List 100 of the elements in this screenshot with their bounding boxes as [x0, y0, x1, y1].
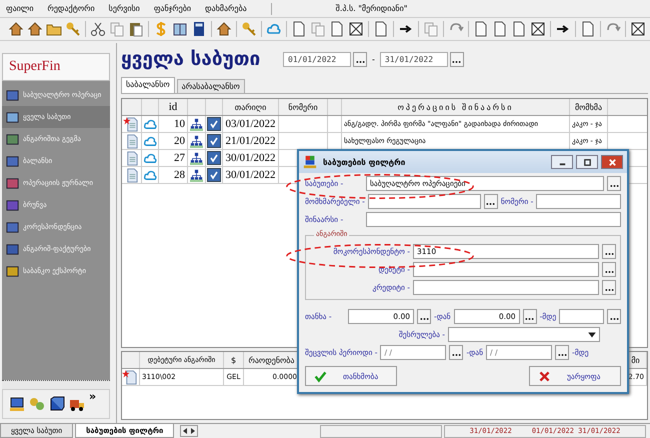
close-icon — [608, 158, 616, 166]
browse-button[interactable] — [602, 262, 616, 277]
app-icon — [303, 155, 317, 169]
ellipsis-icon — [558, 353, 567, 357]
hierarchy-icon — [189, 118, 204, 130]
tile-icon — [5, 176, 20, 190]
column-header[interactable]: თარიღი — [223, 99, 279, 115]
tile-icon — [5, 242, 20, 256]
input-field[interactable] — [536, 194, 621, 209]
ellipsis-icon — [610, 184, 618, 188]
browse-button[interactable] — [607, 176, 621, 191]
ellipsis-icon — [486, 202, 496, 206]
checkbox[interactable] — [207, 168, 221, 182]
input-field[interactable] — [413, 262, 599, 277]
browse-button[interactable] — [353, 52, 367, 66]
page-icon[interactable] — [580, 21, 596, 37]
column-header[interactable]: ოპერაციის შინაარსი — [342, 99, 570, 115]
browse-button[interactable] — [607, 309, 621, 324]
browse-button[interactable] — [450, 52, 464, 66]
ellipsis-icon — [525, 317, 534, 321]
clipboard-icon[interactable] — [128, 21, 144, 37]
table-cell: 30/01/2022 — [223, 167, 279, 183]
page-icon[interactable] — [291, 21, 307, 37]
table-cell: 20 — [159, 133, 188, 149]
key-icon[interactable] — [241, 21, 257, 37]
table-cell: 28 — [159, 167, 188, 183]
menu-item[interactable]: დახმარება — [205, 4, 247, 13]
tab-scroll-buttons[interactable] — [180, 425, 198, 437]
table-cell: 03/01/2022 — [223, 116, 279, 132]
key-icon[interactable] — [65, 21, 81, 37]
checkbox[interactable] — [207, 117, 221, 131]
column-header[interactable]: $ — [224, 352, 244, 368]
app-title: SuperFin — [2, 53, 110, 81]
tile-icon — [5, 264, 20, 278]
tab[interactable]: არასაბალანსო — [176, 79, 245, 93]
check-icon — [314, 370, 327, 382]
cross-icon[interactable] — [530, 21, 546, 37]
menu-item[interactable]: სერვისი — [108, 4, 140, 13]
splitter-handle[interactable] — [2, 380, 110, 389]
minimize-button[interactable] — [551, 155, 573, 169]
browse-button[interactable] — [555, 345, 570, 360]
page-icon[interactable] — [492, 21, 508, 37]
scissors-icon[interactable] — [90, 21, 106, 37]
date-separator: - — [372, 54, 375, 64]
tile-icon — [5, 132, 20, 146]
house-icon[interactable] — [27, 21, 43, 37]
arrows-icon — [181, 427, 198, 435]
cross-icon[interactable] — [630, 21, 646, 37]
cross-icon[interactable] — [348, 21, 364, 37]
date-field[interactable]: 01/01/2022 — [283, 52, 351, 66]
column-header[interactable]: ნომერი — [279, 99, 328, 115]
browse-button[interactable] — [602, 280, 616, 295]
ellipsis-icon — [452, 60, 462, 64]
browse-button[interactable] — [522, 309, 537, 324]
column-header[interactable]: id — [159, 99, 188, 115]
date-field[interactable]: 31/01/2022 — [380, 52, 448, 66]
calculator-icon[interactable] — [191, 21, 207, 37]
cloud-icon — [142, 118, 158, 130]
ellipsis-icon — [604, 270, 614, 274]
menu-item[interactable]: ფაილი — [6, 4, 34, 13]
menu-item[interactable]: რედაქტორი — [47, 4, 95, 13]
house-icon[interactable] — [8, 21, 24, 37]
input-field[interactable] — [368, 194, 481, 209]
hierarchy-icon — [189, 152, 204, 164]
house-icon[interactable] — [216, 21, 232, 37]
maximize-button[interactable] — [576, 155, 598, 169]
menu-item[interactable]: ფანჯრები — [154, 4, 191, 13]
hierarchy-icon — [189, 168, 204, 182]
dialog-title: საბუთების ფილტრი — [323, 158, 406, 166]
browse-button[interactable] — [417, 309, 431, 324]
caret-icon — [587, 330, 597, 340]
cube-icon[interactable] — [49, 396, 65, 412]
ellipsis-icon — [604, 252, 614, 256]
browse-button[interactable] — [449, 345, 464, 360]
maximize-icon — [582, 158, 592, 166]
input-field[interactable] — [413, 280, 599, 295]
close-button[interactable] — [601, 155, 623, 169]
page-icon[interactable] — [373, 21, 389, 37]
input-field[interactable] — [559, 309, 604, 324]
table-cell: 10 — [159, 116, 188, 132]
hierarchy-icon — [189, 134, 204, 148]
page-icon[interactable] — [511, 21, 527, 37]
page-icon[interactable] — [473, 21, 489, 37]
ellipsis-icon — [356, 60, 364, 64]
browse-button[interactable] — [602, 244, 616, 259]
browse-button[interactable] — [484, 194, 498, 209]
ellipsis-icon — [420, 317, 428, 321]
checkbox[interactable] — [207, 134, 221, 148]
checkbox[interactable] — [207, 151, 221, 165]
more-button[interactable]: » — [89, 390, 96, 403]
book-icon[interactable] — [172, 21, 188, 37]
tab[interactable]: საბალანსო — [121, 77, 175, 93]
company-name: შ.პ.ს. "მერიდიანი" — [336, 4, 408, 13]
cloud-icon[interactable] — [266, 21, 282, 37]
tile-icon — [5, 88, 20, 102]
computer-icon[interactable] — [9, 396, 25, 412]
table-cell: 27 — [159, 150, 188, 166]
page-icon[interactable] — [329, 21, 345, 37]
column-header[interactable]: მომხმა — [570, 99, 608, 115]
input-field[interactable] — [366, 212, 621, 227]
